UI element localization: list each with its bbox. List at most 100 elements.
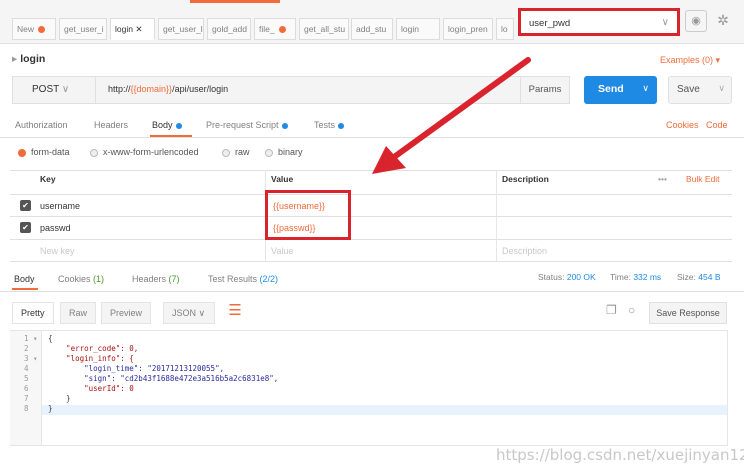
tab-label: login_pren: [448, 24, 488, 34]
eye-icon[interactable]: ◉: [685, 10, 707, 32]
tab-tests[interactable]: Tests: [314, 120, 345, 130]
radio-icon: [90, 148, 98, 157]
send-button[interactable]: Send ∨: [584, 76, 657, 104]
tab-prerequest-script[interactable]: Pre-request Script: [206, 120, 288, 130]
line-number: 7: [24, 394, 29, 403]
active-line-highlight: [42, 405, 727, 415]
response-tab-headers[interactable]: Headers (7): [132, 274, 180, 284]
request-tab[interactable]: get_all_stu: [299, 18, 349, 40]
request-tab[interactable]: get_user_l: [158, 18, 204, 40]
tab-label: file_: [259, 24, 275, 34]
request-name[interactable]: ▸ login: [12, 53, 45, 65]
column-header-value: Value: [271, 174, 294, 184]
tab-headers[interactable]: Headers: [94, 120, 128, 130]
request-tab[interactable]: file_: [254, 18, 296, 40]
divider: [10, 194, 732, 195]
table-row-key[interactable]: username: [40, 201, 80, 211]
status-dot-icon: [338, 122, 345, 129]
method-select[interactable]: POST ∨: [12, 76, 96, 104]
row-checkbox[interactable]: ✔: [20, 200, 31, 211]
new-description-input[interactable]: Description: [502, 246, 547, 256]
tab-label: get_all_stu: [304, 24, 346, 34]
tab-authorization[interactable]: Authorization: [15, 120, 68, 130]
line-number: 2: [24, 344, 29, 353]
code-line: "userId": 0: [48, 384, 134, 393]
caret-right-icon: ▸: [12, 53, 21, 65]
tab-body[interactable]: Body: [152, 120, 182, 130]
code-label: Code: [706, 120, 728, 130]
table-row-key[interactable]: passwd: [40, 223, 71, 233]
tab-label: Body: [152, 120, 173, 130]
url-input[interactable]: http://{{domain}}/api/user/login: [108, 84, 228, 94]
value-highlight-box: [265, 190, 351, 240]
save-response-button[interactable]: Save Response: [649, 302, 727, 324]
tab-label: add_stu: [356, 24, 387, 34]
watermark: https://blog.csdn.net/xuejinyan123: [496, 446, 744, 464]
tab-label: get_user_i: [64, 24, 104, 34]
cookies-link[interactable]: Cookies: [666, 120, 699, 130]
new-key-input[interactable]: New key: [40, 246, 75, 256]
url-variable: {{domain}}: [130, 84, 173, 94]
size-readout: Size: 454 B: [677, 272, 721, 282]
search-icon[interactable]: ○: [628, 303, 642, 317]
code-link[interactable]: Code: [706, 120, 728, 130]
line-number: 5: [24, 374, 29, 383]
chevron-down-icon[interactable]: ∨: [718, 83, 725, 94]
divider: [10, 239, 732, 240]
tab-label: get_user_l: [163, 24, 203, 34]
status-dot-icon: [281, 122, 288, 129]
divider: [10, 216, 732, 217]
row-checkbox[interactable]: ✔: [20, 222, 31, 233]
status-dot-icon: [175, 122, 182, 129]
divider: [10, 261, 732, 262]
request-tab[interactable]: lo: [496, 18, 514, 40]
tab-label: gold_add: [212, 24, 247, 34]
save-button[interactable]: Save ∨: [668, 76, 732, 104]
format-select[interactable]: JSON ∨: [163, 302, 215, 324]
line-number: 4: [24, 364, 29, 373]
method-label: POST: [32, 84, 60, 95]
active-tab-indicator: [190, 0, 280, 3]
code-line: }: [48, 394, 71, 403]
response-tab-body[interactable]: Body: [14, 274, 35, 284]
code-line: {: [48, 334, 53, 343]
copy-icon[interactable]: ❐: [606, 303, 620, 317]
request-tab[interactable]: login: [396, 18, 440, 40]
more-options-icon[interactable]: •••: [658, 174, 667, 184]
request-name-label: login: [20, 53, 46, 65]
response-tab-test-results[interactable]: Test Results (2/2): [208, 274, 278, 284]
radio-form-data[interactable]: form-data: [18, 147, 70, 157]
request-tab-active[interactable]: login ✕: [110, 18, 155, 40]
radio-raw[interactable]: raw: [222, 147, 250, 157]
column-header-key: Key: [40, 174, 56, 184]
gear-icon[interactable]: ✲: [712, 10, 734, 32]
request-tab[interactable]: New: [12, 18, 56, 40]
annotation-arrow-icon: [372, 57, 531, 174]
request-tab[interactable]: gold_add: [207, 18, 251, 40]
response-tab-cookies[interactable]: Cookies (1): [58, 274, 104, 284]
environment-select[interactable]: user_pwd ∨: [518, 8, 680, 36]
request-tab[interactable]: get_user_i: [59, 18, 107, 40]
radio-urlencoded[interactable]: x-www-form-urlencoded: [90, 147, 199, 157]
tab-label: login: [115, 24, 133, 34]
examples-label: Examples (0): [660, 55, 714, 65]
radio-binary[interactable]: binary: [265, 147, 303, 157]
request-tab[interactable]: login_pren: [443, 18, 493, 40]
chevron-down-icon[interactable]: ∨: [642, 83, 649, 94]
unsaved-dot-icon: [38, 26, 46, 34]
close-icon[interactable]: ✕: [135, 24, 142, 34]
line-number: 1 ▾: [24, 334, 38, 343]
bulk-edit-link[interactable]: Bulk Edit: [686, 174, 720, 184]
new-value-input[interactable]: Value: [271, 246, 293, 256]
code-line: }: [48, 404, 53, 413]
preview-button[interactable]: Preview: [101, 302, 152, 324]
wrap-lines-icon[interactable]: ☰: [224, 300, 246, 322]
raw-button[interactable]: Raw: [60, 302, 97, 324]
tab-label: Authorization: [15, 120, 68, 130]
tab-label: New: [17, 24, 35, 34]
request-tab[interactable]: add_stu: [351, 18, 393, 40]
pretty-button[interactable]: Pretty: [12, 302, 54, 324]
examples-dropdown[interactable]: Examples (0) ▾: [660, 55, 720, 66]
radio-label: form-data: [31, 147, 70, 157]
status-readout: Status: 200 OK: [538, 272, 596, 282]
